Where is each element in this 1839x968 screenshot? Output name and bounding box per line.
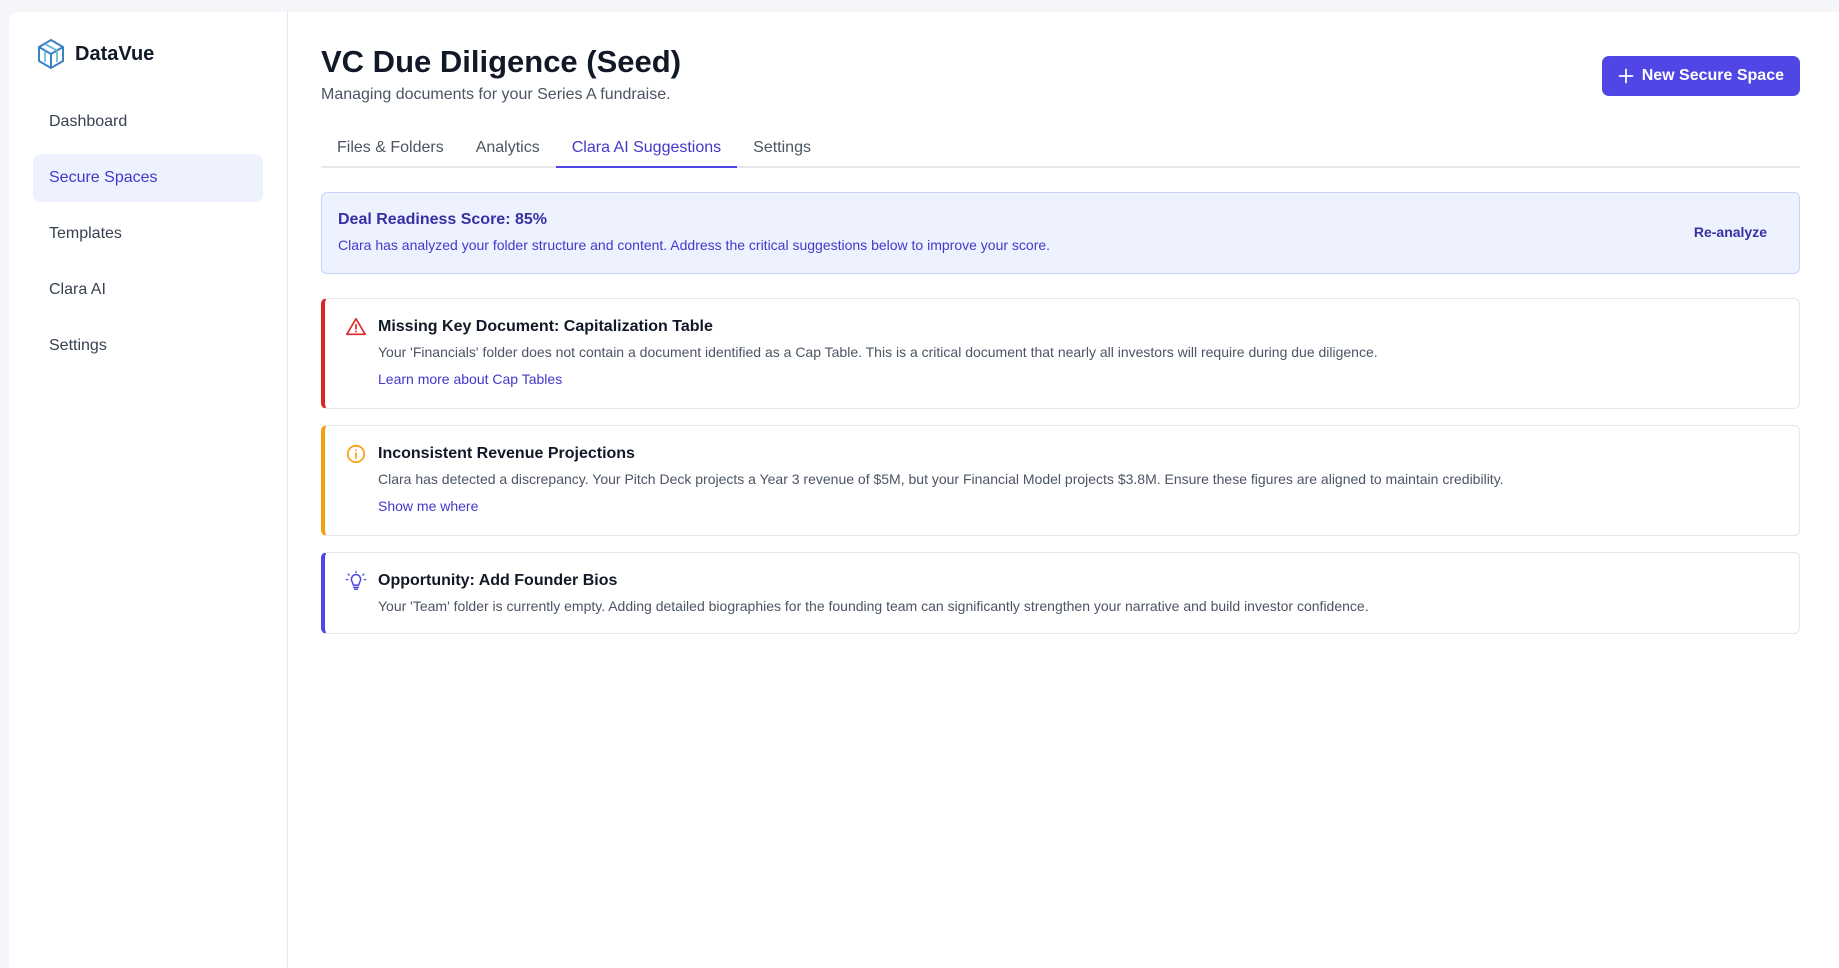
- sidebar-item-secure-spaces[interactable]: Secure Spaces: [33, 154, 263, 202]
- tab-clara-ai-suggestions[interactable]: Clara AI Suggestions: [555, 130, 738, 168]
- sidebar-item-clara-ai[interactable]: Clara AI: [33, 266, 263, 314]
- warning-triangle-icon: [346, 317, 366, 336]
- brand-name: DataVue: [75, 42, 155, 65]
- sidebar-item-templates[interactable]: Templates: [33, 210, 263, 258]
- page-title: VC Due Diligence (Seed): [321, 44, 682, 79]
- page-header: VC Due Diligence (Seed) Managing documen…: [321, 42, 1800, 104]
- tab-settings[interactable]: Settings: [737, 130, 827, 168]
- lightbulb-icon: [345, 570, 367, 590]
- show-me-where-link[interactable]: Show me where: [378, 498, 478, 514]
- new-secure-space-label: New Secure Space: [1641, 67, 1784, 84]
- suggestion-card-revenue-projections: Inconsistent Revenue Projections Clara h…: [321, 425, 1800, 536]
- sidebar: DataVue Dashboard Secure Spaces Template…: [9, 12, 288, 968]
- page-subtitle: Managing documents for your Series A fun…: [321, 86, 671, 103]
- suggestion-text: Your 'Financials' folder does not contai…: [378, 344, 1378, 360]
- brand[interactable]: DataVue: [33, 34, 263, 74]
- suggestion-title: Opportunity: Add Founder Bios: [378, 572, 618, 589]
- tab-bar: Files & Folders Analytics Clara AI Sugge…: [321, 130, 1800, 168]
- reanalyze-button[interactable]: Re-analyze: [1694, 224, 1767, 240]
- sidebar-nav: Dashboard Secure Spaces Templates Clara …: [33, 98, 263, 370]
- learn-more-cap-tables-link[interactable]: Learn more about Cap Tables: [378, 371, 562, 387]
- app-window: DataVue Dashboard Secure Spaces Template…: [9, 12, 1839, 968]
- deal-readiness-description: Clara has analyzed your folder structure…: [338, 237, 1051, 253]
- info-circle-icon: [346, 444, 366, 464]
- plus-icon: [1618, 68, 1634, 84]
- suggestion-text: Your 'Team' folder is currently empty. A…: [378, 598, 1369, 614]
- cube-logo-icon: [38, 38, 64, 70]
- suggestion-card-cap-table: Missing Key Document: Capitalization Tab…: [321, 298, 1800, 409]
- suggestion-card-founder-bios: Opportunity: Add Founder Bios Your 'Team…: [321, 552, 1800, 634]
- main-content: VC Due Diligence (Seed) Managing documen…: [288, 12, 1839, 968]
- suggestion-text: Clara has detected a discrepancy. Your P…: [378, 471, 1504, 487]
- deal-readiness-card: Deal Readiness Score: 85% Clara has anal…: [321, 192, 1800, 274]
- sidebar-item-dashboard[interactable]: Dashboard: [33, 98, 263, 146]
- new-secure-space-button[interactable]: New Secure Space: [1601, 56, 1800, 96]
- deal-readiness-score: Deal Readiness Score: 85%: [338, 211, 547, 228]
- tab-files-folders[interactable]: Files & Folders: [321, 130, 460, 168]
- tab-analytics[interactable]: Analytics: [460, 130, 556, 168]
- suggestion-title: Missing Key Document: Capitalization Tab…: [378, 318, 713, 335]
- sidebar-item-settings[interactable]: Settings: [33, 322, 263, 370]
- suggestion-title: Inconsistent Revenue Projections: [378, 445, 635, 462]
